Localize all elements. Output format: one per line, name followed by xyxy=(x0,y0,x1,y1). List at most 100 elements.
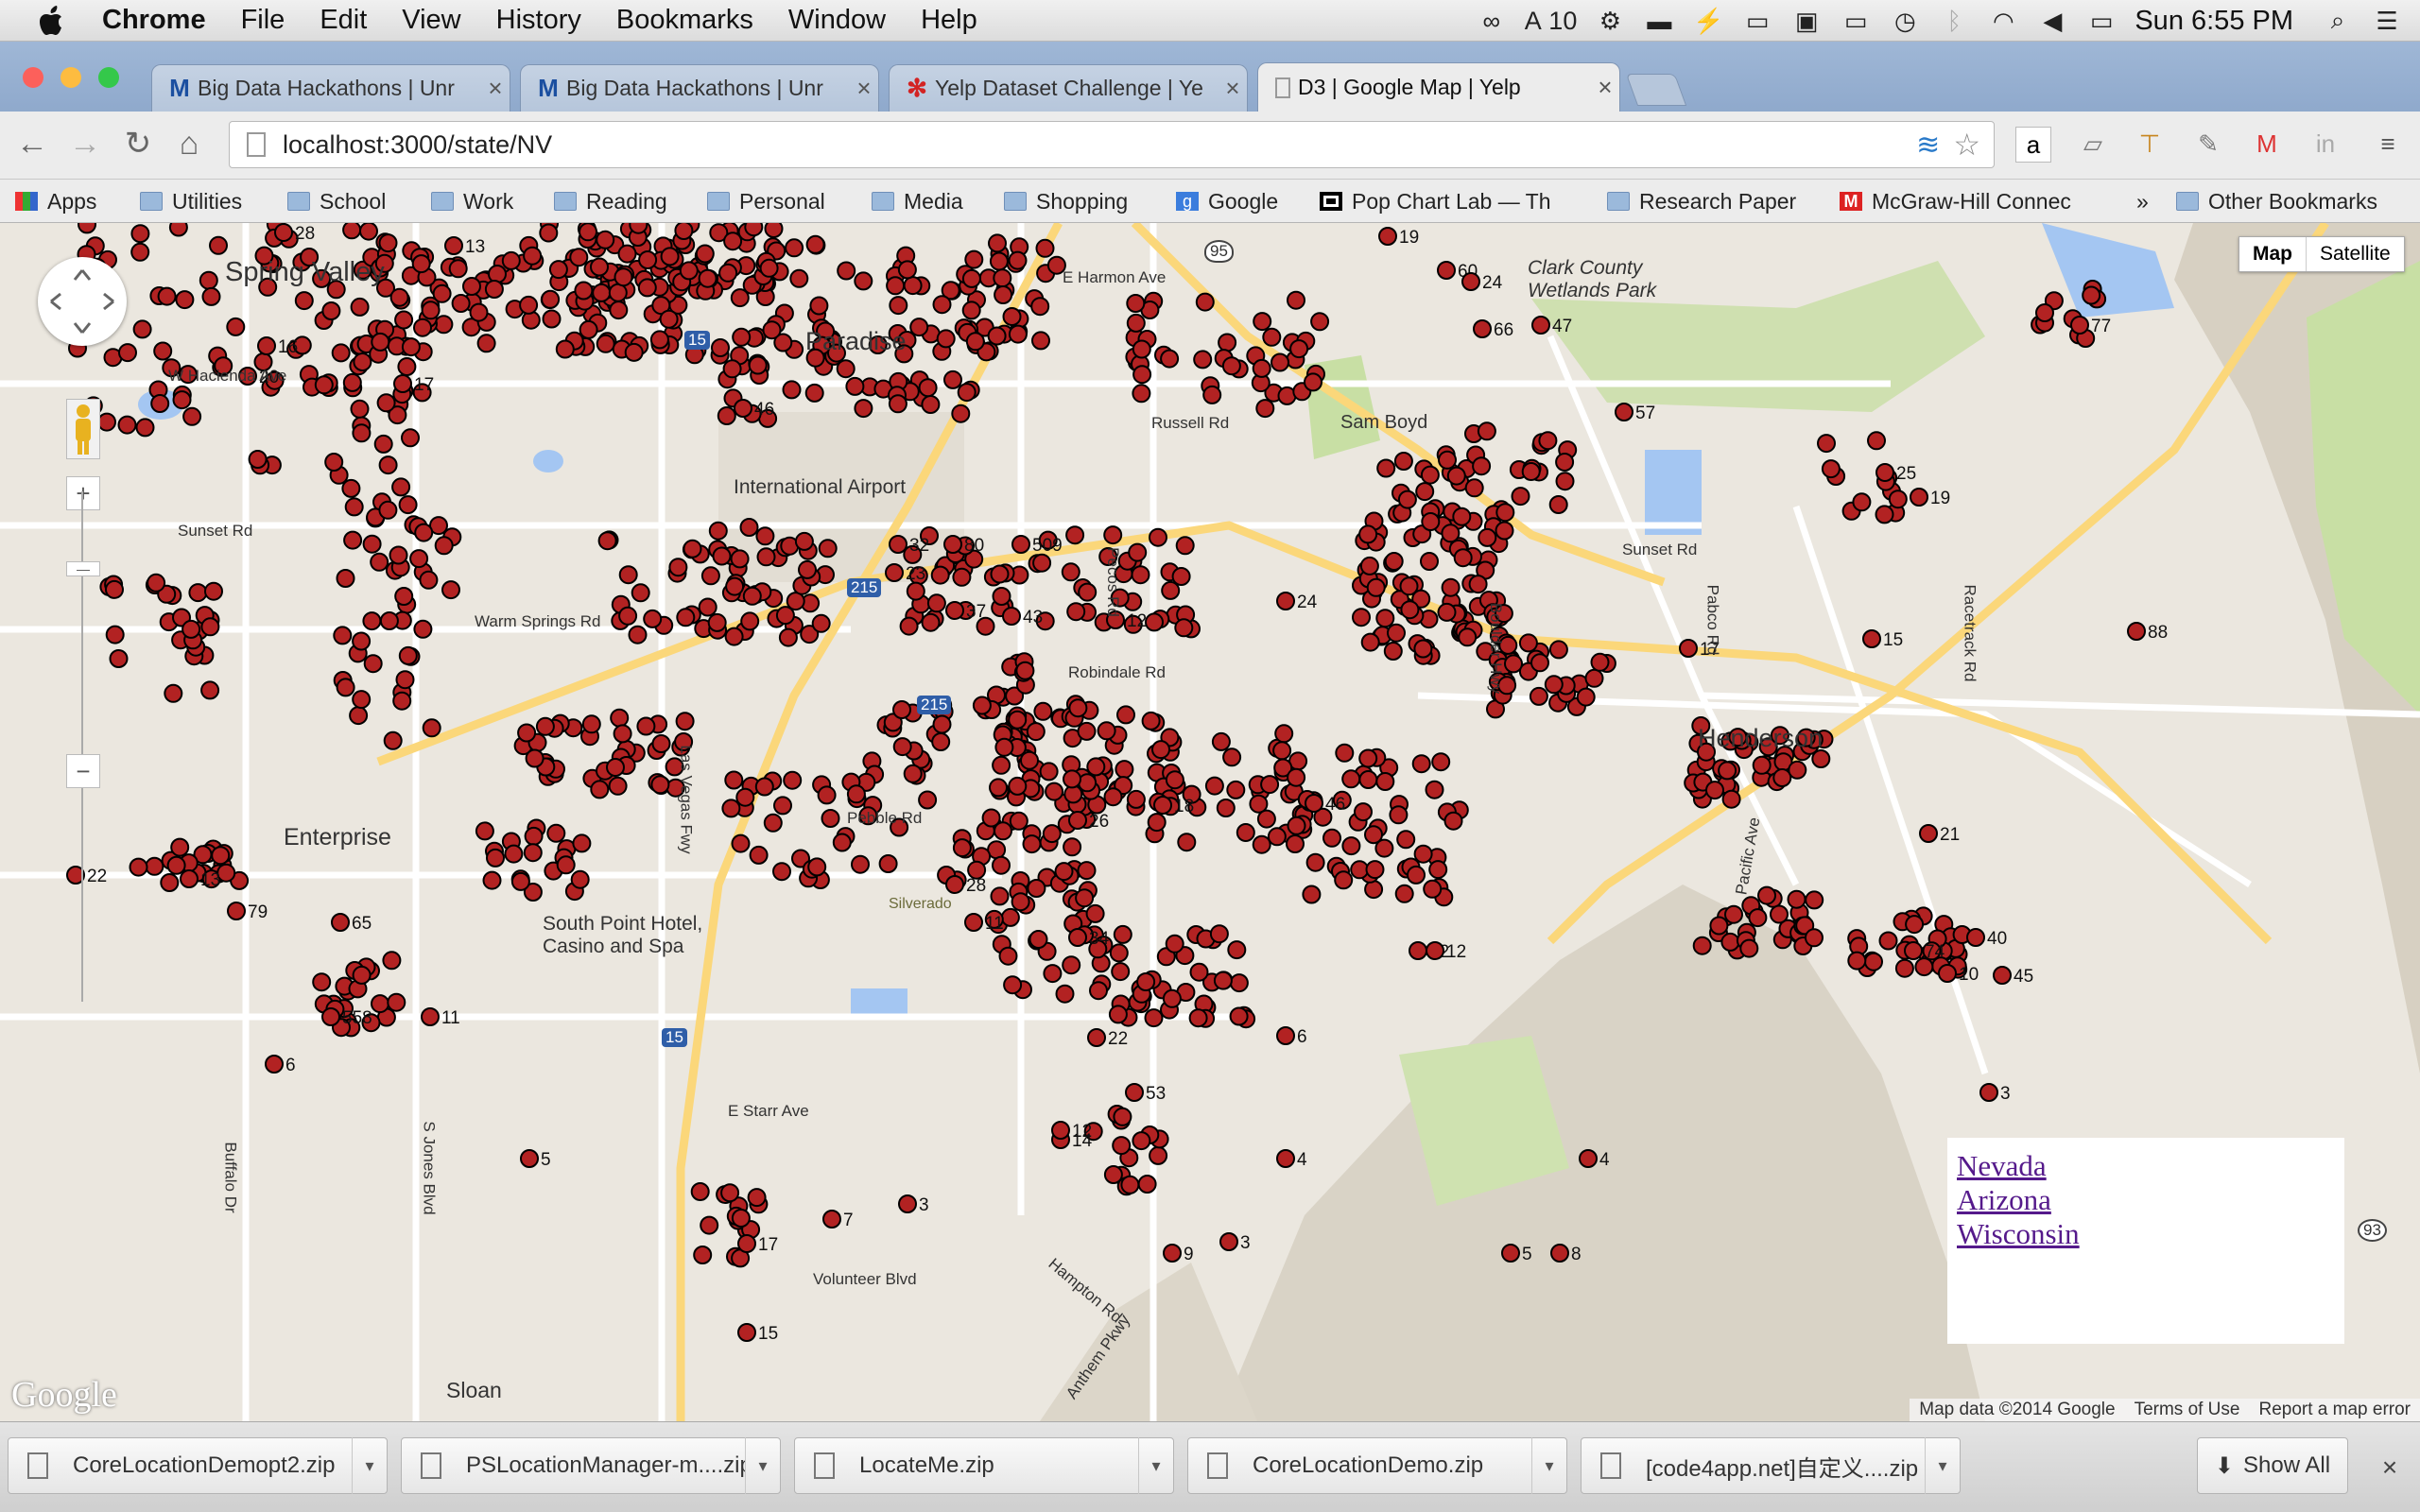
business-marker[interactable] xyxy=(1770,904,1789,924)
business-marker[interactable] xyxy=(1359,556,1379,576)
business-marker[interactable] xyxy=(1305,852,1325,872)
business-marker[interactable] xyxy=(721,799,741,818)
business-marker[interactable] xyxy=(200,680,220,700)
bookmark-folder-other[interactable]: Other Bookmarks xyxy=(2176,180,2377,223)
business-marker[interactable] xyxy=(936,329,956,349)
business-marker[interactable] xyxy=(629,223,648,234)
business-marker[interactable] xyxy=(1739,938,1759,958)
business-marker[interactable] xyxy=(1063,769,1081,789)
business-marker[interactable] xyxy=(1468,575,1488,594)
business-marker[interactable] xyxy=(353,352,372,371)
business-marker[interactable] xyxy=(1222,747,1242,767)
business-marker[interactable] xyxy=(362,611,382,631)
tab-close-icon[interactable]: × xyxy=(1219,74,1247,103)
bluetooth-icon[interactable]: ᛒ xyxy=(1938,7,1970,35)
business-marker[interactable] xyxy=(1028,930,1048,949)
business-marker[interactable] xyxy=(1011,892,1030,912)
business-marker[interactable] xyxy=(382,951,402,971)
pan-control[interactable] xyxy=(38,257,127,346)
business-marker[interactable] xyxy=(342,372,362,392)
business-marker[interactable] xyxy=(1068,928,1087,947)
business-marker[interactable] xyxy=(1000,907,1020,927)
business-marker[interactable] xyxy=(1163,1244,1182,1263)
business-marker[interactable] xyxy=(886,276,906,296)
business-marker[interactable] xyxy=(747,1188,767,1208)
business-marker[interactable] xyxy=(1393,452,1413,471)
business-marker[interactable] xyxy=(952,838,972,858)
business-marker[interactable] xyxy=(1334,870,1354,890)
business-marker[interactable] xyxy=(972,696,992,715)
business-marker[interactable] xyxy=(523,843,543,863)
menu-window[interactable]: Window xyxy=(788,5,886,36)
business-marker[interactable] xyxy=(200,617,220,637)
business-marker[interactable] xyxy=(718,263,738,283)
business-marker[interactable] xyxy=(153,341,173,361)
tab-close-icon[interactable]: × xyxy=(850,74,878,103)
business-marker[interactable] xyxy=(723,232,743,251)
business-marker[interactable] xyxy=(248,450,268,469)
business-marker[interactable] xyxy=(344,497,364,517)
business-marker[interactable] xyxy=(1724,904,1743,924)
volume-icon[interactable]: ◀ xyxy=(2036,7,2068,35)
business-marker[interactable] xyxy=(378,233,398,253)
business-marker[interactable] xyxy=(1415,482,1435,502)
business-marker[interactable] xyxy=(650,775,670,795)
business-marker[interactable] xyxy=(1720,932,1740,952)
business-marker[interactable] xyxy=(1458,627,1478,647)
tab-close-icon[interactable]: × xyxy=(1591,73,1619,102)
business-marker[interactable] xyxy=(130,224,150,244)
business-marker[interactable] xyxy=(1211,731,1231,751)
business-marker[interactable] xyxy=(409,549,429,569)
business-marker[interactable] xyxy=(754,777,774,797)
business-marker[interactable] xyxy=(1188,1008,1208,1028)
business-marker[interactable] xyxy=(378,455,398,475)
business-marker[interactable] xyxy=(807,857,827,877)
menu-file[interactable]: File xyxy=(241,5,285,36)
business-marker[interactable] xyxy=(227,902,246,920)
layers-icon[interactable]: ≋ xyxy=(1916,129,1940,162)
business-marker[interactable] xyxy=(590,780,610,799)
reload-icon[interactable]: ↻ xyxy=(119,125,157,163)
business-marker[interactable] xyxy=(1518,633,1538,653)
business-marker[interactable] xyxy=(105,579,124,599)
state-link-nevada[interactable]: Nevada xyxy=(1957,1149,2335,1183)
business-marker[interactable] xyxy=(333,626,353,645)
report-map-error-link[interactable]: Report a map error xyxy=(2258,1400,2411,1420)
business-marker[interactable] xyxy=(749,845,769,865)
business-marker[interactable] xyxy=(1472,456,1492,476)
back-arrow-icon[interactable]: ← xyxy=(13,125,51,163)
business-marker[interactable] xyxy=(1126,789,1146,809)
business-marker[interactable] xyxy=(608,283,628,302)
business-marker[interactable] xyxy=(711,338,730,357)
business-marker[interactable] xyxy=(909,318,929,337)
business-marker[interactable] xyxy=(172,390,192,410)
business-marker[interactable] xyxy=(1174,618,1194,638)
business-marker[interactable] xyxy=(1229,1006,1249,1026)
business-marker[interactable] xyxy=(401,337,421,357)
business-marker[interactable] xyxy=(469,302,489,322)
business-marker[interactable] xyxy=(379,611,399,630)
business-marker[interactable] xyxy=(837,261,856,281)
business-marker[interactable] xyxy=(592,283,612,302)
screen-icon[interactable]: ▬ xyxy=(1643,7,1675,35)
new-tab-button[interactable] xyxy=(1625,74,1687,106)
business-marker[interactable] xyxy=(1116,705,1135,725)
business-marker[interactable] xyxy=(1787,889,1806,909)
business-marker[interactable] xyxy=(1213,971,1233,990)
business-marker[interactable] xyxy=(965,332,985,352)
business-marker[interactable] xyxy=(659,309,679,329)
business-marker[interactable] xyxy=(413,318,432,337)
business-marker[interactable] xyxy=(579,319,598,339)
business-marker[interactable] xyxy=(1136,972,1156,991)
business-marker[interactable] xyxy=(1397,490,1417,509)
business-marker[interactable] xyxy=(892,737,912,757)
bookmark-folder-research-paper[interactable]: Research Paper xyxy=(1607,180,1796,223)
business-marker[interactable] xyxy=(1087,1028,1106,1047)
business-marker[interactable] xyxy=(918,790,938,810)
business-marker[interactable] xyxy=(1274,724,1294,744)
business-marker[interactable] xyxy=(391,477,411,497)
business-marker[interactable] xyxy=(1153,796,1172,815)
business-marker[interactable] xyxy=(274,223,293,242)
hammer-icon[interactable]: ⊤ xyxy=(2133,127,2167,161)
business-marker[interactable] xyxy=(157,286,177,306)
